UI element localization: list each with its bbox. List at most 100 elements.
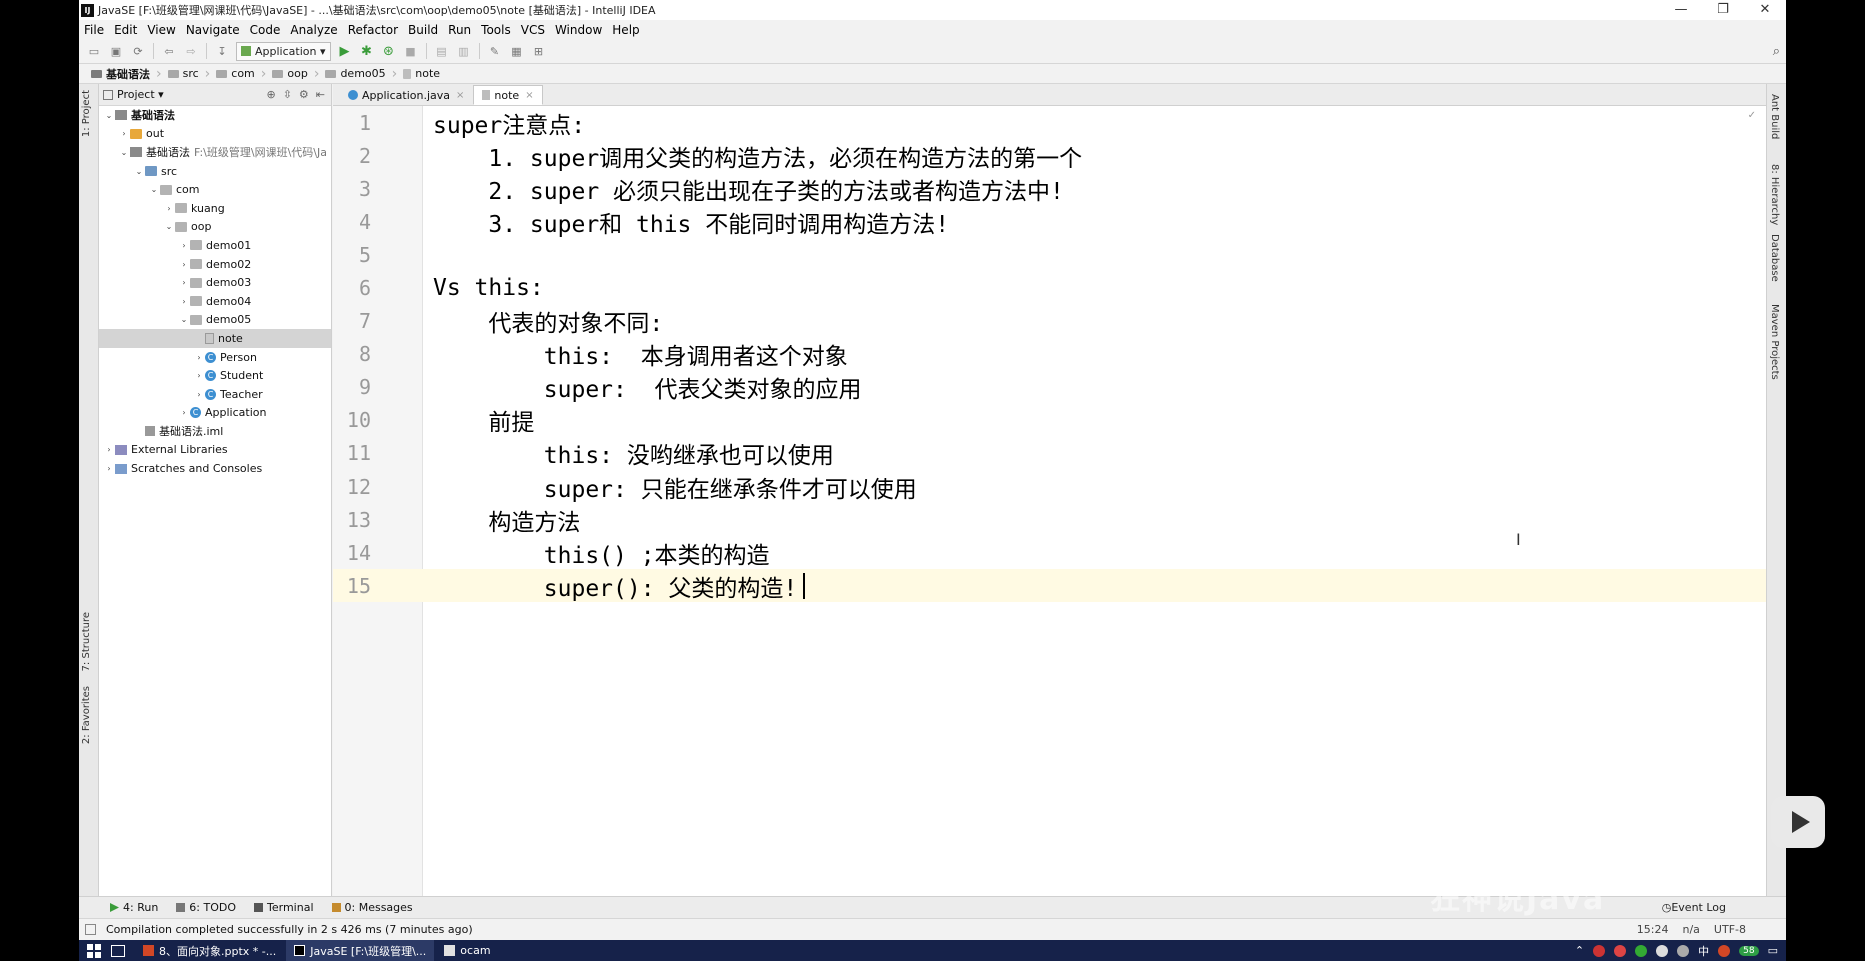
menu-run[interactable]: Run: [443, 23, 476, 37]
tray-chevron-icon[interactable]: ⌃: [1575, 944, 1584, 957]
chevron-right-icon[interactable]: ›: [178, 278, 190, 287]
tree-item[interactable]: › C Teacher: [99, 385, 331, 404]
task-view-icon[interactable]: [111, 944, 125, 957]
chevron-down-icon[interactable]: ⌄: [103, 111, 115, 120]
breadcrumb-item[interactable]: note: [397, 67, 446, 80]
caret-position[interactable]: 15:24: [1637, 923, 1669, 936]
tree-item[interactable]: › C Student: [99, 366, 331, 385]
tree-item[interactable]: › External Libraries: [99, 441, 331, 460]
hide-panel-icon[interactable]: ⇤: [316, 88, 325, 101]
wechat-icon[interactable]: [1635, 944, 1648, 957]
menu-tools[interactable]: Tools: [476, 23, 516, 37]
database-tab[interactable]: Database: [1769, 234, 1780, 282]
toggle-tool-windows-icon[interactable]: [85, 924, 96, 935]
chevron-down-icon[interactable]: ⌄: [178, 315, 190, 324]
coverage-icon[interactable]: ⊛: [381, 43, 397, 59]
tree-item[interactable]: › demo04: [99, 292, 331, 311]
tree-item[interactable]: 基础语法.iml: [99, 422, 331, 441]
chevron-down-icon[interactable]: ⌄: [148, 185, 160, 194]
tree-item[interactable]: ⌄ com: [99, 180, 331, 199]
menu-help[interactable]: Help: [607, 23, 644, 37]
tree-item[interactable]: › C Application: [99, 404, 331, 423]
chevron-right-icon[interactable]: ›: [178, 241, 190, 250]
tool-window-todo[interactable]: 6: TODO: [167, 901, 245, 914]
menu-navigate[interactable]: Navigate: [181, 23, 245, 37]
menu-window[interactable]: Window: [550, 23, 607, 37]
project-panel-title[interactable]: Project: [117, 88, 155, 101]
tool-window-msg[interactable]: 0: Messages: [323, 901, 422, 914]
menu-analyze[interactable]: Analyze: [285, 23, 342, 37]
tree-item[interactable]: note: [99, 329, 331, 348]
tree-item[interactable]: › demo01: [99, 236, 331, 255]
hierarchy-tab[interactable]: 8: Hierarchy: [1769, 164, 1780, 225]
taskbar-app[interactable]: ocam: [436, 940, 498, 961]
scroll-from-source-icon[interactable]: ⊕: [266, 88, 275, 101]
stop-icon[interactable]: ■: [403, 43, 419, 59]
network-icon[interactable]: [1656, 944, 1669, 957]
breadcrumb-item[interactable]: com: [210, 67, 261, 80]
tree-item[interactable]: › demo03: [99, 273, 331, 292]
structure-tool-tab[interactable]: 7: Structure: [81, 612, 92, 671]
tree-item[interactable]: ⌄ 基础语法: [99, 106, 331, 125]
search-icon[interactable]: ⌕: [1773, 44, 1780, 59]
run-icon[interactable]: ▶: [337, 43, 353, 59]
ant-build-tab[interactable]: Ant Build: [1769, 94, 1780, 139]
taskbar-app[interactable]: 8、面向对象.pptx * -...: [135, 940, 284, 961]
action-center-icon[interactable]: ▭: [1768, 944, 1778, 957]
tool-window-term[interactable]: Terminal: [245, 901, 323, 914]
open-folder-icon[interactable]: ▭: [86, 43, 102, 59]
settings-icon[interactable]: ✎: [487, 43, 503, 59]
close-tab-icon[interactable]: ×: [456, 90, 464, 101]
app-tray-icon[interactable]: [1614, 944, 1627, 957]
collapse-all-icon[interactable]: ⇳: [283, 88, 292, 101]
vcs-update-icon[interactable]: ▤: [434, 43, 450, 59]
forward-icon[interactable]: ⇨: [183, 43, 199, 59]
chevron-right-icon[interactable]: ›: [193, 353, 205, 362]
save-icon[interactable]: ▣: [108, 43, 124, 59]
chevron-down-icon[interactable]: ⌄: [133, 167, 145, 176]
event-log-button[interactable]: ◷ Event Log: [1662, 901, 1786, 914]
chevron-right-icon[interactable]: ›: [193, 390, 205, 399]
chevron-right-icon[interactable]: ›: [193, 371, 205, 380]
editor-tab[interactable]: note ×: [473, 85, 543, 105]
chevron-right-icon[interactable]: ›: [178, 408, 190, 417]
tree-item[interactable]: ⌄ demo05: [99, 311, 331, 330]
chevron-right-icon[interactable]: ›: [163, 204, 175, 213]
tree-item[interactable]: ⌄ src: [99, 162, 331, 181]
chevron-right-icon[interactable]: ›: [178, 260, 190, 269]
build-icon[interactable]: ↧: [214, 43, 230, 59]
chevron-down-icon[interactable]: ⌄: [163, 222, 175, 231]
editor-tab[interactable]: Application.java ×: [339, 85, 473, 105]
breadcrumb-item[interactable]: src: [162, 67, 205, 80]
tree-item[interactable]: › out: [99, 125, 331, 144]
breadcrumb-item[interactable]: oop: [266, 67, 313, 80]
notification-badge[interactable]: 58: [1739, 945, 1759, 956]
tool-window-run[interactable]: 4: Run: [101, 901, 167, 914]
minimize-button[interactable]: —: [1660, 0, 1702, 20]
tree-item[interactable]: › Scratches and Consoles: [99, 459, 331, 478]
tree-item[interactable]: › demo02: [99, 255, 331, 274]
sogou-icon[interactable]: [1718, 944, 1731, 957]
gear-icon[interactable]: ⚙: [299, 88, 309, 101]
taskbar-app[interactable]: JavaSE [F:\班级管理\...: [286, 940, 435, 961]
close-button[interactable]: ✕: [1744, 0, 1786, 20]
volume-icon[interactable]: [1677, 944, 1690, 957]
maven-projects-tab[interactable]: Maven Projects: [1769, 304, 1780, 380]
chevron-right-icon[interactable]: ›: [103, 464, 115, 473]
project-structure-icon[interactable]: ▦: [509, 43, 525, 59]
chevron-right-icon[interactable]: ›: [103, 445, 115, 454]
close-tab-icon[interactable]: ×: [525, 90, 533, 101]
line-separator[interactable]: n/a: [1683, 923, 1700, 936]
tree-item[interactable]: ⌄ oop: [99, 218, 331, 237]
menu-view[interactable]: View: [142, 23, 180, 37]
tree-item[interactable]: › kuang: [99, 199, 331, 218]
back-icon[interactable]: ⇦: [161, 43, 177, 59]
favorites-tool-tab[interactable]: 2: Favorites: [81, 686, 92, 744]
run-config-select[interactable]: Application ▾: [236, 41, 331, 61]
menu-edit[interactable]: Edit: [109, 23, 142, 37]
file-encoding[interactable]: UTF-8: [1714, 923, 1746, 936]
chevron-down-icon[interactable]: ⌄: [118, 148, 130, 157]
debug-icon[interactable]: ✱: [359, 43, 375, 59]
code-area[interactable]: 1 super注意点: 2 1. super调用父类的构造方法，必须在构造方法的第一…: [333, 106, 1766, 603]
menu-refactor[interactable]: Refactor: [343, 23, 403, 37]
